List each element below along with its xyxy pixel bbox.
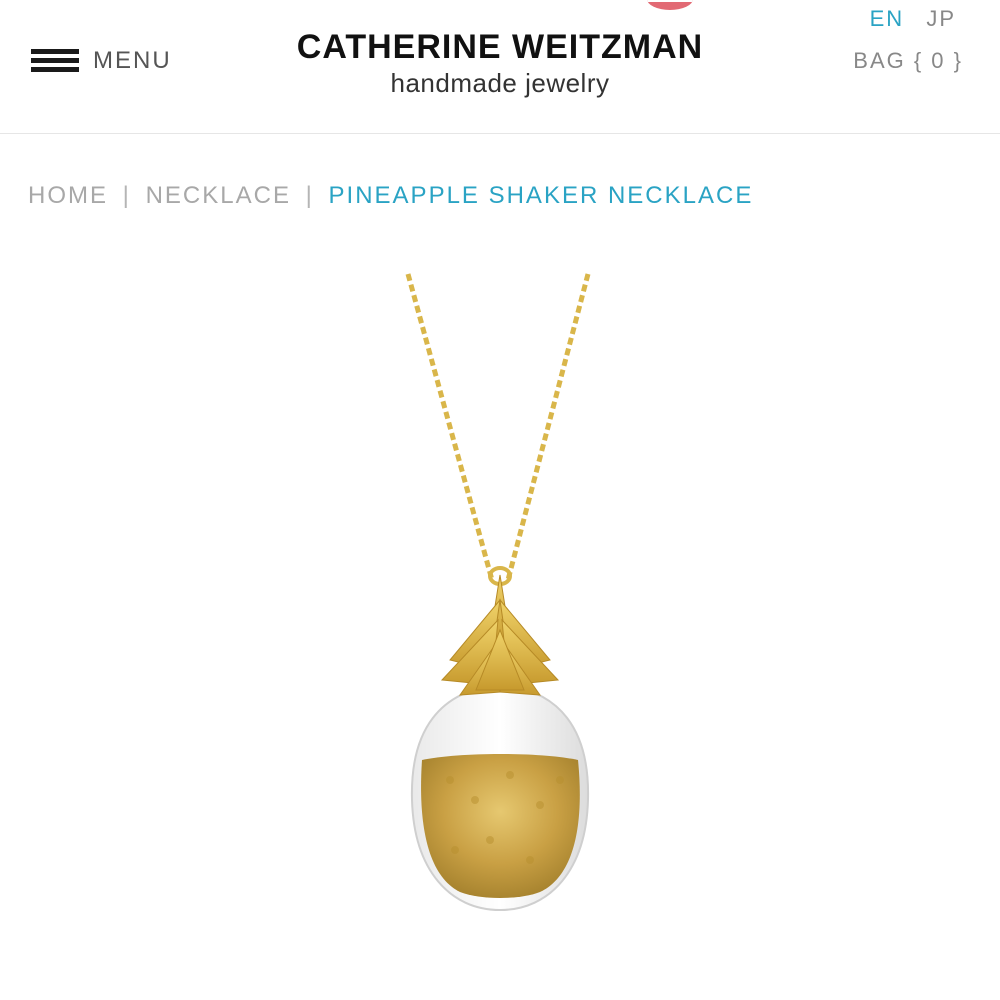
breadcrumb-home[interactable]: HOME bbox=[28, 182, 108, 209]
menu-label: MENU bbox=[93, 47, 172, 74]
flag-icon bbox=[647, 0, 693, 10]
brand-tagline: handmade jewelry bbox=[390, 68, 610, 98]
breadcrumb-current: PINEAPPLE SHAKER NECKLACE bbox=[328, 182, 754, 209]
language-jp[interactable]: JP bbox=[926, 6, 956, 31]
breadcrumb: HOME | NECKLACE | PINEAPPLE SHAKER NECKL… bbox=[28, 182, 753, 210]
brand-logo[interactable]: CATHERINE WEITZMAN handmade jewelry bbox=[250, 28, 750, 99]
hamburger-icon bbox=[31, 47, 79, 75]
brand-name: CATHERINE WEITZMAN bbox=[296, 28, 704, 66]
menu-button[interactable]: MENU bbox=[31, 46, 172, 76]
product-image[interactable] bbox=[380, 260, 620, 920]
breadcrumb-separator: | bbox=[122, 182, 131, 209]
site-header: MENU CATHERINE WEITZMAN handmade jewelry… bbox=[0, 0, 1000, 134]
language-switcher: EN JP bbox=[856, 6, 956, 32]
language-en[interactable]: EN bbox=[870, 6, 905, 31]
pineapple-necklace-icon bbox=[405, 273, 591, 912]
breadcrumb-separator: | bbox=[305, 182, 314, 209]
bag-link[interactable]: BAG { 0 } bbox=[853, 48, 963, 74]
breadcrumb-necklace[interactable]: NECKLACE bbox=[146, 182, 291, 209]
